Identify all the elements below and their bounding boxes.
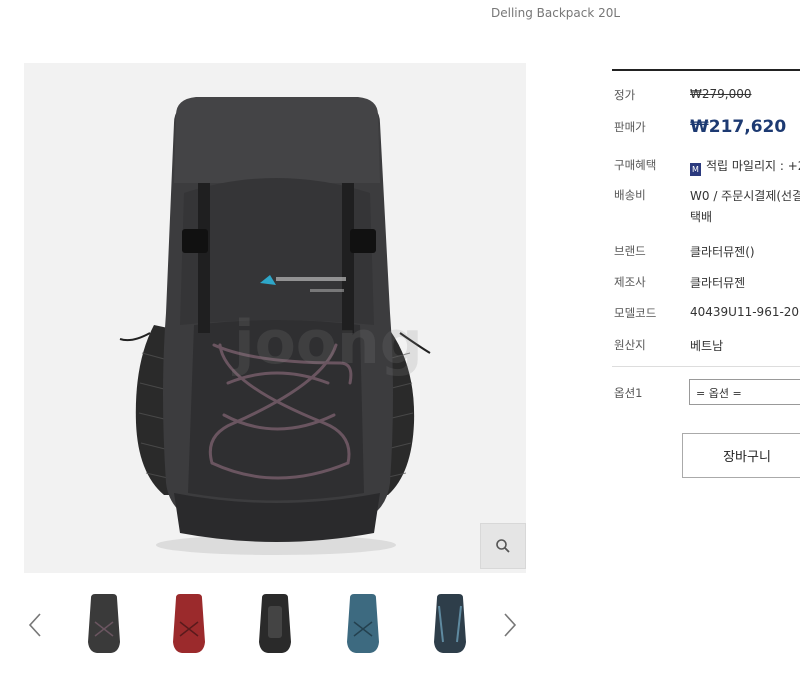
mileage-text: 적립 마일리지 : +2,1 [706, 159, 800, 173]
thumbnail-5[interactable] [416, 588, 484, 660]
info-label: 모델코드 [614, 306, 657, 320]
chevron-right-icon [504, 613, 517, 637]
info-label: 구매혜택 [614, 158, 657, 172]
info-label: 제조사 [614, 275, 646, 289]
thumbnail-2[interactable] [155, 588, 223, 660]
thumbnail-next-button[interactable] [499, 608, 521, 642]
thumbnail-3[interactable] [241, 588, 309, 660]
thumbnail-1[interactable] [70, 588, 138, 660]
page-title: Delling Backpack 20L [491, 6, 621, 20]
brand-value: 클라터뮤젠() [690, 245, 755, 259]
model-code-value: 40439U11-961-20L [690, 305, 800, 319]
option-label: 옵션1 [614, 386, 643, 400]
info-label: 원산지 [614, 338, 646, 352]
thumbnail-4[interactable] [329, 588, 397, 660]
info-divider-top [612, 69, 800, 71]
origin-value: 베트남 [690, 339, 724, 353]
add-to-cart-button[interactable]: 장바구니 [682, 433, 800, 478]
info-label: 판매가 [614, 120, 646, 134]
svg-text:joong: joong [232, 308, 423, 378]
sale-price: ₩217,620 [690, 117, 787, 137]
magnifier-icon [496, 539, 510, 553]
backpack-illustration: joong [24, 63, 526, 573]
thumbnail-prev-button[interactable] [24, 608, 46, 642]
mileage-badge-icon: M [690, 163, 701, 176]
info-label: 정가 [614, 88, 636, 102]
manufacturer-value: 클라터뮤젠 [690, 276, 746, 290]
info-label: 브랜드 [614, 244, 646, 258]
product-main-image: joong [24, 63, 526, 573]
benefit-value: M 적립 마일리지 : +2,1 [690, 157, 800, 176]
list-price: ₩279,000 [690, 87, 752, 101]
chevron-left-icon [28, 613, 41, 637]
shipping-fee: W0 / 주문시결제(선결 [690, 189, 800, 203]
option-select[interactable]: = 옵션 = [689, 379, 800, 405]
info-label: 배송비 [614, 188, 646, 202]
zoom-button[interactable] [480, 523, 526, 569]
shipping-method: 택배 [690, 210, 713, 224]
info-divider [612, 366, 800, 367]
